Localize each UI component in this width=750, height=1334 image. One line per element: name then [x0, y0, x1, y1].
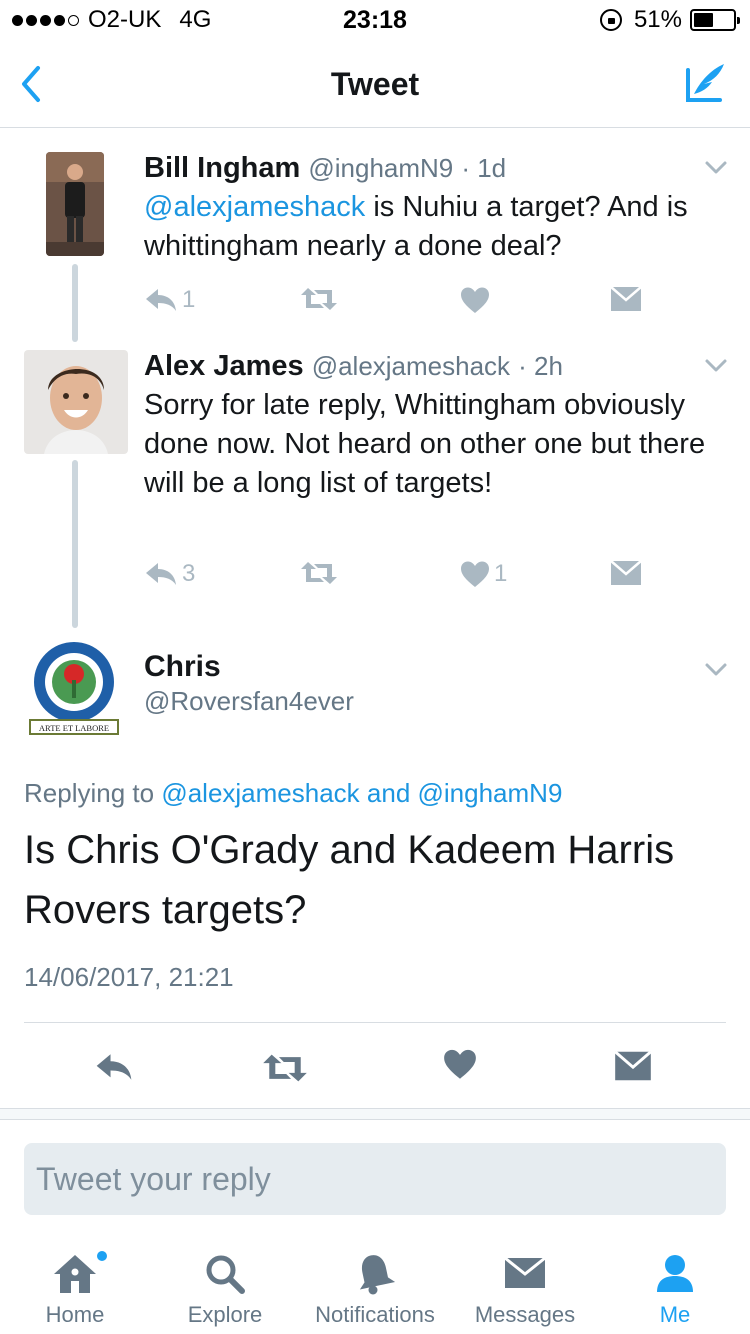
nav-bar: Tweet	[0, 40, 750, 128]
person-icon	[657, 1255, 693, 1292]
tweet-body: Bill Ingham @inghamN9 · 1d @alexjameshac…	[144, 150, 710, 266]
tweet-text: Sorry for late reply, Whittingham obviou…	[144, 389, 706, 499]
focused-tweet-actions	[0, 1044, 750, 1090]
avatar[interactable]	[46, 152, 104, 256]
tweet-timestamp: 14/06/2017, 21:21	[24, 962, 234, 992]
reply-button[interactable]: 3	[144, 560, 195, 588]
replying-prefix: Replying to	[24, 778, 155, 808]
chevron-down-icon[interactable]	[704, 662, 728, 678]
tab-label: Me	[659, 1302, 691, 1327]
avatar[interactable]	[24, 350, 128, 454]
thread-connector	[72, 264, 78, 342]
search-icon	[206, 1255, 245, 1294]
thread-tweet-2[interactable]: Alex James @alexjameshack · 2h Sorry for…	[0, 348, 750, 630]
crest-motto: ARTE ET LABORE	[39, 723, 109, 733]
tweet-actions: 3 1	[144, 560, 674, 600]
direct-message-button[interactable]	[610, 560, 642, 586]
author-name[interactable]: Chris	[144, 650, 221, 684]
retweet-icon	[263, 1054, 307, 1082]
chevron-down-icon[interactable]	[704, 358, 728, 374]
author-handle[interactable]: @alexjameshack	[312, 351, 510, 381]
rotation-lock-icon	[599, 9, 622, 31]
retweet-icon	[301, 562, 337, 584]
tweet-header: Alex James @alexjameshack · 2h	[144, 348, 710, 384]
retweet-button[interactable]	[262, 1052, 308, 1084]
envelope-icon	[610, 560, 642, 585]
tab-messages[interactable]: Messages	[450, 1236, 600, 1334]
compose-feather-icon[interactable]	[682, 60, 728, 106]
author-name[interactable]: Bill Ingham	[144, 152, 300, 184]
retweet-button[interactable]	[300, 286, 338, 312]
status-right: 51%	[599, 6, 740, 34]
tweet-time: · 2h	[518, 351, 563, 381]
author-handle[interactable]: @Roversfan4ever	[144, 686, 354, 717]
envelope-icon	[610, 286, 642, 311]
tweet-time: · 1d	[461, 153, 507, 183]
reply-button[interactable]: 1	[144, 286, 195, 314]
avatar-photo	[46, 152, 104, 256]
thread-tweet-1[interactable]: Bill Ingham @inghamN9 · 1d @alexjameshac…	[0, 150, 750, 342]
reply-box[interactable]	[24, 1143, 726, 1215]
envelope-icon	[504, 1256, 546, 1288]
tweet-header: Bill Ingham @inghamN9 · 1d	[144, 150, 710, 186]
tab-label: Notifications	[315, 1302, 435, 1327]
tab-label: Home	[45, 1302, 105, 1327]
tweet-text: @alexjameshack is Nuhiu a target? And is…	[144, 188, 710, 266]
retweet-icon	[301, 288, 337, 310]
heart-icon	[461, 287, 489, 313]
tweet-body: Alex James @alexjameshack · 2h Sorry for…	[144, 348, 710, 503]
tab-explore[interactable]: Explore	[150, 1236, 300, 1334]
notification-dot	[96, 1250, 108, 1262]
bell-icon	[359, 1255, 396, 1295]
home-icon	[54, 1255, 96, 1293]
thread-connector	[72, 460, 78, 628]
avatar-photo	[24, 350, 128, 454]
heart-icon	[444, 1049, 476, 1079]
direct-message-button[interactable]	[614, 1050, 652, 1082]
reply-button[interactable]	[94, 1052, 134, 1082]
chevron-down-icon[interactable]	[704, 160, 728, 176]
battery-icon	[690, 9, 740, 31]
divider	[24, 1022, 726, 1023]
author-handle[interactable]: @inghamN9	[308, 153, 453, 183]
page-title: Tweet	[330, 66, 420, 102]
focused-tweet-text: Is Chris O'Grady and Kadeem Harris Rover…	[24, 828, 675, 932]
reply-icon	[146, 289, 176, 311]
tab-bar: Home Explore Notifications Messages Me	[0, 1236, 750, 1334]
tab-notifications[interactable]: Notifications	[300, 1236, 450, 1334]
author-name[interactable]: Alex James	[144, 350, 304, 382]
like-button[interactable]	[443, 1048, 477, 1080]
like-count: 1	[494, 560, 508, 587]
heart-icon	[461, 561, 489, 587]
battery-percent: 51%	[633, 6, 682, 33]
reply-icon	[96, 1054, 132, 1080]
tab-label: Explore	[187, 1302, 263, 1327]
replying-to-link[interactable]: @alexjameshack and @inghamN9	[161, 778, 562, 808]
reply-icon	[146, 563, 176, 585]
replying-to: Replying to @alexjameshack and @inghamN9	[24, 778, 562, 809]
envelope-icon	[614, 1050, 652, 1081]
mention-link[interactable]: @alexjameshack	[144, 191, 365, 223]
avatar[interactable]: ARTE ET LABORE	[24, 640, 124, 736]
like-button[interactable]: 1	[460, 560, 507, 588]
like-button[interactable]	[460, 286, 494, 314]
tab-label: Messages	[474, 1302, 576, 1327]
reply-count: 3	[182, 560, 196, 587]
reply-count: 1	[182, 286, 196, 313]
retweet-button[interactable]	[300, 560, 338, 586]
tab-me[interactable]: Me	[600, 1236, 750, 1334]
club-crest-image: ARTE ET LABORE	[24, 640, 124, 736]
tab-home[interactable]: Home	[0, 1236, 150, 1334]
section-separator	[0, 1108, 750, 1120]
battery-fill	[694, 13, 714, 27]
tweet-actions: 1	[144, 286, 674, 326]
direct-message-button[interactable]	[610, 286, 642, 312]
status-bar: O2-UK 4G 23:18 51%	[0, 0, 750, 40]
reply-input[interactable]	[24, 1143, 726, 1215]
